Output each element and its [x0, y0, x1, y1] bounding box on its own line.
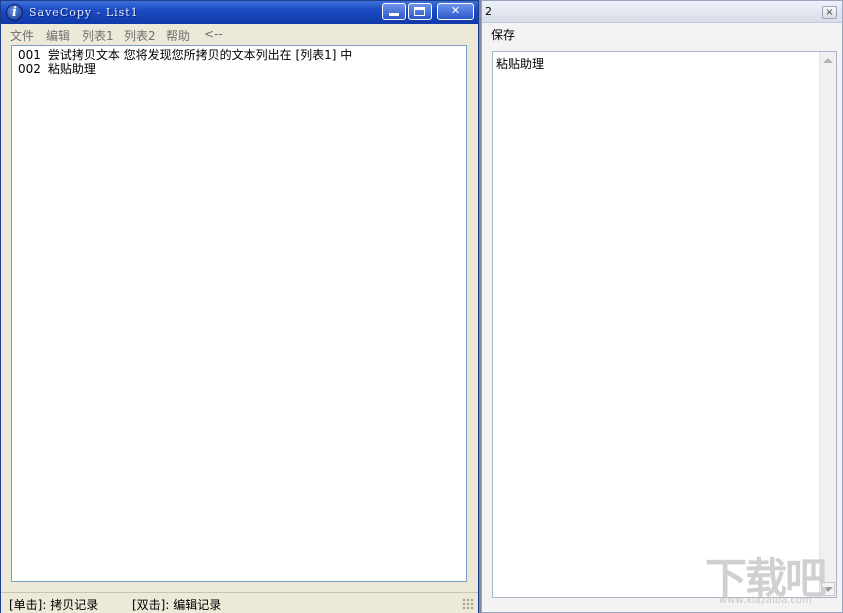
- close-icon: ×: [825, 7, 834, 18]
- menu-edit[interactable]: 编辑: [46, 27, 70, 44]
- resize-grip[interactable]: [462, 598, 474, 610]
- menu-help[interactable]: 帮助: [166, 27, 190, 44]
- scroll-down-button[interactable]: [821, 582, 835, 596]
- list-item[interactable]: 001 尝试拷贝文本 您将发现您所拷贝的文本列出在 [列表1] 中: [18, 48, 352, 62]
- status-bar: [单击]: 拷贝记录 [双击]: 编辑记录: [1, 592, 478, 613]
- menu-back[interactable]: <--: [204, 27, 223, 41]
- close-icon: ✕: [450, 4, 461, 17]
- maximize-button[interactable]: [408, 3, 432, 20]
- row-number: 002: [18, 62, 41, 76]
- clipboard-list[interactable]: 001 尝试拷贝文本 您将发现您所拷贝的文本列出在 [列表1] 中 002 粘贴…: [11, 45, 467, 582]
- row-number: 001: [18, 48, 41, 62]
- scroll-up-icon[interactable]: [823, 58, 833, 63]
- editor-text: 粘贴助理: [496, 57, 545, 71]
- vertical-scrollbar[interactable]: [819, 52, 836, 597]
- scroll-down-icon: [823, 587, 833, 592]
- menu-list2[interactable]: 列表2: [124, 27, 156, 44]
- menu-save[interactable]: 保存: [491, 26, 515, 43]
- status-single-click: [单击]: 拷贝记录: [9, 598, 99, 612]
- window-title: SaveCopy - List1: [29, 6, 139, 19]
- row-text: 尝试拷贝文本 您将发现您所拷贝的文本列出在 [列表1] 中: [47, 48, 353, 62]
- status-double-click: [双击]: 编辑记录: [132, 598, 222, 612]
- editor-close-button[interactable]: ×: [822, 6, 837, 19]
- main-titlebar[interactable]: i SaveCopy - List1 ✕: [1, 1, 478, 24]
- editor-titlebar[interactable]: 2 ×: [482, 1, 842, 23]
- row-text: 粘贴助理: [47, 62, 96, 76]
- menu-list1[interactable]: 列表1: [82, 27, 114, 44]
- menu-file[interactable]: 文件: [10, 27, 34, 44]
- minimize-button[interactable]: [382, 3, 406, 20]
- maximize-icon: [414, 7, 425, 16]
- editor-window: 2 × 保存 粘贴助理: [481, 0, 843, 613]
- list-item[interactable]: 002 粘贴助理: [18, 62, 96, 76]
- menu-bar: 文件 编辑 列表1 列表2 帮助 <--: [1, 24, 478, 44]
- info-icon[interactable]: i: [6, 4, 23, 21]
- minimize-icon: [389, 13, 399, 16]
- editor-textarea[interactable]: 粘贴助理: [492, 51, 837, 598]
- close-button[interactable]: ✕: [437, 3, 474, 20]
- main-window: i SaveCopy - List1 ✕ 文件 编辑 列表1 列表2 帮助 <-…: [0, 0, 479, 613]
- editor-title: 2: [485, 5, 492, 18]
